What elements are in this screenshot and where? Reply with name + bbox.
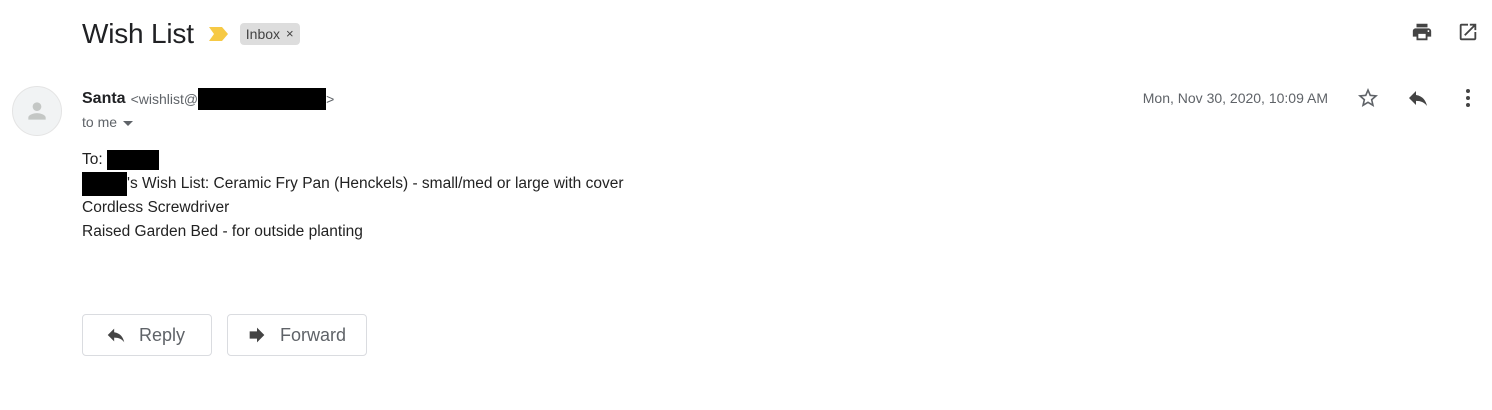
label-chip-inbox: Inbox ×	[239, 23, 300, 45]
body-to-label: To:	[82, 151, 103, 168]
reply-icon[interactable]	[1406, 86, 1430, 110]
more-options-icon[interactable]	[1456, 86, 1480, 110]
email-subject-bar: Wish List Inbox ×	[82, 16, 300, 52]
email-subject: Wish List	[82, 18, 194, 49]
body-line-text: Raised Garden Bed - for outside planting	[82, 223, 363, 240]
recipient-text: to me	[82, 114, 118, 130]
message-body: To: 's Wish List: Ceramic Fry Pan (Henck…	[82, 148, 624, 244]
message-meta: Mon, Nov 30, 2020, 10:09 AM	[1143, 86, 1480, 110]
reply-button[interactable]: Reply	[82, 314, 212, 356]
body-line-text: Cordless Screwdriver	[82, 199, 230, 216]
body-line-text: 's Wish List: Ceramic Fry Pan (Henckels)…	[127, 175, 624, 192]
body-line: 's Wish List: Ceramic Fry Pan (Henckels)…	[82, 172, 624, 196]
remove-label-button[interactable]: ×	[286, 25, 294, 43]
forward-button-label: Forward	[280, 324, 347, 345]
sender-name[interactable]: Santa	[82, 90, 126, 108]
sender-email-suffix: >	[326, 91, 335, 107]
sender-email: <wishlist@ >	[130, 88, 335, 110]
redaction-block	[106, 150, 159, 170]
sender-avatar[interactable]	[12, 86, 62, 136]
important-marker-icon[interactable]	[208, 26, 230, 42]
redaction-block	[198, 88, 327, 110]
body-line: Raised Garden Bed - for outside planting	[82, 220, 624, 244]
open-in-new-window-icon[interactable]	[1456, 20, 1480, 44]
label-chip-text: Inbox	[245, 26, 281, 42]
forward-icon	[246, 324, 268, 346]
star-icon[interactable]	[1356, 86, 1380, 110]
body-line: Cordless Screwdriver	[82, 196, 624, 220]
sender-line: Santa <wishlist@ >	[82, 88, 334, 110]
reply-button-label: Reply	[139, 324, 186, 345]
person-icon	[28, 102, 46, 120]
redaction-block	[82, 172, 127, 196]
forward-button[interactable]: Forward	[227, 314, 367, 356]
thread-actions	[1410, 20, 1480, 44]
body-to-line: To:	[82, 148, 624, 172]
message-date: Mon, Nov 30, 2020, 10:09 AM	[1142, 90, 1328, 106]
chevron-down-icon	[123, 120, 134, 126]
print-icon[interactable]	[1410, 20, 1434, 44]
reply-icon	[105, 324, 127, 346]
recipient-details-toggle[interactable]: to me	[82, 114, 134, 130]
sender-email-prefix: <wishlist@	[130, 91, 199, 107]
